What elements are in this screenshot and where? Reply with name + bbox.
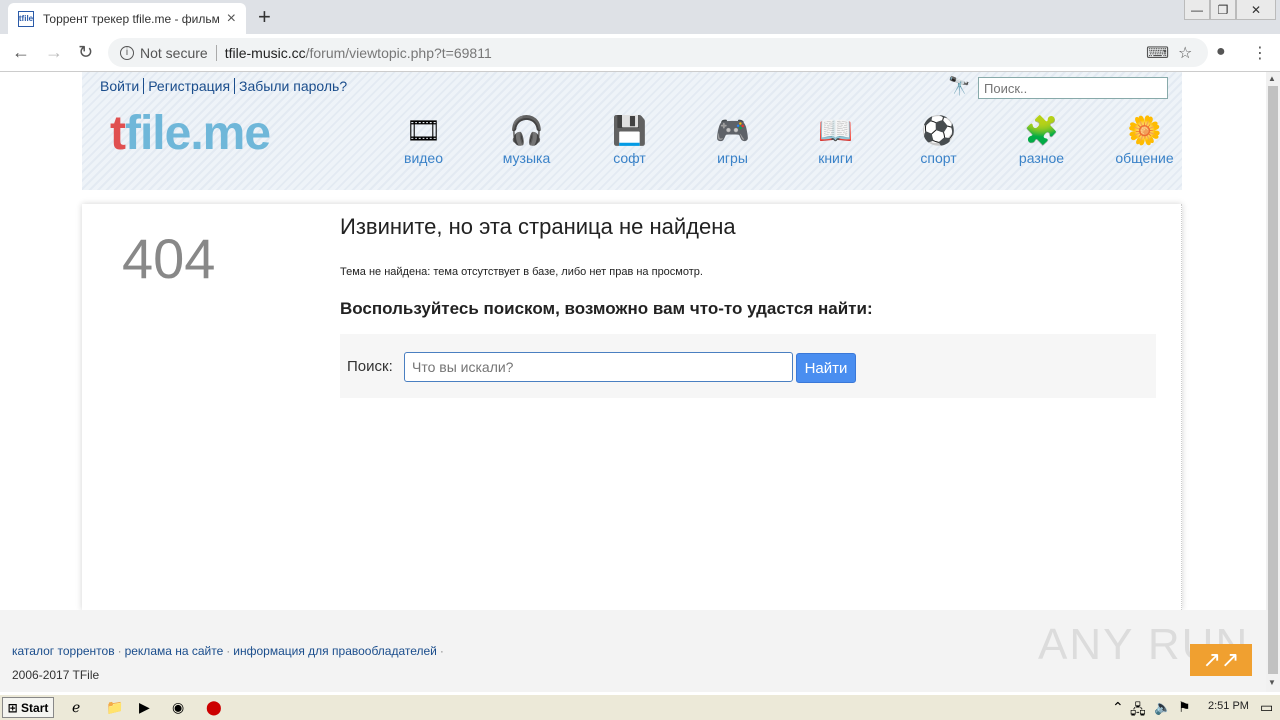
browser-toolbar: ← → ↻ i Not secure tfile-music.cc /forum… xyxy=(0,34,1280,72)
footer-links: каталог торрентов · реклама на сайте · инфор… xyxy=(12,644,447,658)
footer-separator: · xyxy=(439,644,444,658)
omnibox-divider xyxy=(215,44,217,61)
search-panel: Поиск: Найти xyxy=(340,334,1156,398)
login-link[interactable]: Войти xyxy=(100,78,143,94)
scroll-up-icon[interactable]: ▲ xyxy=(1268,74,1276,83)
not-secure-label: Not secure xyxy=(140,44,208,61)
search-hint: Воспользуйтесь поиском, возможно вам что… xyxy=(340,299,873,318)
forward-icon[interactable]: → xyxy=(45,42,63,63)
film-reel-icon: 🎞 xyxy=(405,115,442,146)
top-links: Войти Регистрация Забыли пароль? xyxy=(100,78,351,94)
search-button[interactable]: Найти xyxy=(796,353,856,383)
expand-arrows-icon: ↗↗ xyxy=(1190,644,1252,676)
restore-icon[interactable]: ❐ xyxy=(1210,0,1236,20)
headphones-icon: 🎧 xyxy=(509,115,544,146)
category-games[interactable]: 🎮 игры xyxy=(681,114,784,166)
media-player-icon[interactable]: ▶ xyxy=(139,699,150,716)
binoculars-icon: 🔭 xyxy=(948,76,971,96)
site-logo[interactable]: tfile.me xyxy=(110,106,271,161)
browser-tab[interactable]: tfile Торрент трекер tfile.me - фильмы, … xyxy=(8,3,246,34)
category-video[interactable]: 🎞 видео xyxy=(372,114,475,166)
soccer-ball-icon: ⚽ xyxy=(921,115,956,146)
stop-icon[interactable]: ⬤ xyxy=(206,699,222,716)
menu-kebab-icon[interactable]: ⋮ xyxy=(1252,43,1268,63)
new-tab-icon[interactable]: + xyxy=(258,4,271,30)
back-icon[interactable]: ← xyxy=(12,42,30,63)
category-books[interactable]: 📖 книги xyxy=(784,114,887,166)
floppy-disk-icon: 💾 xyxy=(612,115,647,146)
tab-favicon-icon: tfile xyxy=(18,10,34,27)
network-icon[interactable]: 🖧 xyxy=(1130,699,1146,720)
close-window-icon[interactable]: ✕ xyxy=(1236,0,1276,20)
profile-avatar-icon[interactable]: ● xyxy=(1216,43,1226,61)
error-description: Тема не найдена: тема отсутствует в базе… xyxy=(340,266,703,278)
folder-icon[interactable]: 📁 xyxy=(106,699,123,716)
scroll-thumb[interactable] xyxy=(1268,86,1278,674)
blocks-icon: 🧩 xyxy=(1024,115,1059,146)
minimize-icon[interactable]: — xyxy=(1184,0,1210,20)
volume-icon[interactable]: 🔈 xyxy=(1154,699,1171,716)
error-title: Извините, но эта страница не найдена xyxy=(340,214,736,239)
category-chat[interactable]: 🌼 общение xyxy=(1093,114,1196,166)
windows-logo-icon: ⊞ xyxy=(7,700,18,715)
rights-holders-link[interactable]: информация для правообладателей xyxy=(233,644,437,658)
category-sport[interactable]: ⚽ спорт xyxy=(887,114,990,166)
reload-icon[interactable]: ↻ xyxy=(78,42,93,63)
url-host: tfile-music.cc xyxy=(224,44,306,61)
flag-icon[interactable]: ⚑ xyxy=(1178,699,1191,716)
info-icon[interactable]: i xyxy=(120,45,134,60)
category-nav: 🎞 видео 🎧 музыка 💾 софт 🎮 игры 📖 книги ⚽ спорт… xyxy=(372,114,1196,166)
tray-expand-icon[interactable]: ⌃ xyxy=(1112,699,1124,716)
site-header: Войти Регистрация Забыли пароль? 🔭 tfile… xyxy=(82,72,1182,190)
footer-separator: · xyxy=(117,644,122,658)
windows-taskbar: ⊞ Start ℯ 📁 ▶ ◉ ⬤ ⌃ 🖧 🔈 ⚑ 2:51 PM ▭ xyxy=(0,694,1280,720)
error-code: 404 xyxy=(122,227,216,290)
bookmark-star-icon[interactable]: ☆ xyxy=(1178,43,1192,63)
flower-icon: 🌼 xyxy=(1127,115,1162,146)
address-bar[interactable]: i Not secure tfile-music.cc /forum/viewt… xyxy=(108,38,1208,67)
gamepad-icon: 🎮 xyxy=(715,115,750,146)
clock: 2:51 PM xyxy=(1208,700,1249,712)
search-label: Поиск: xyxy=(347,358,393,375)
url-path: /forum/viewtopic.php?t=69811 xyxy=(305,44,492,61)
error-card: 404 Извините, но эта страница не найдена… xyxy=(82,204,1182,610)
translate-icon[interactable]: ⌨ xyxy=(1146,43,1169,63)
catalog-link[interactable]: каталог торрентов xyxy=(12,644,115,658)
typewriter-icon: 📖 xyxy=(818,115,853,146)
copyright: 2006-2017 TFile xyxy=(12,668,100,682)
tab-close-icon[interactable]: × xyxy=(227,10,236,28)
search-input[interactable] xyxy=(404,352,793,382)
start-button[interactable]: ⊞ Start xyxy=(2,697,54,718)
internet-explorer-icon[interactable]: ℯ xyxy=(72,699,80,716)
page-scrollbar[interactable]: ▲ ▼ xyxy=(1266,72,1280,692)
scroll-down-icon[interactable]: ▼ xyxy=(1268,678,1276,687)
advertising-link[interactable]: реклама на сайте xyxy=(125,644,224,658)
forgot-password-link[interactable]: Забыли пароль? xyxy=(234,78,351,94)
category-music[interactable]: 🎧 музыка xyxy=(475,114,578,166)
register-link[interactable]: Регистрация xyxy=(143,78,234,94)
chrome-icon[interactable]: ◉ xyxy=(172,699,184,716)
header-search-input[interactable] xyxy=(978,77,1168,99)
show-desktop-icon[interactable]: ▭ xyxy=(1260,699,1273,716)
category-soft[interactable]: 💾 софт xyxy=(578,114,681,166)
category-misc[interactable]: 🧩 разное xyxy=(990,114,1093,166)
footer-separator: · xyxy=(226,644,231,658)
site-container: Войти Регистрация Забыли пароль? 🔭 tfile… xyxy=(82,72,1182,610)
site-footer: каталог торрентов · реклама на сайте · инфор… xyxy=(0,610,1266,692)
browser-tabstrip: tfile Торрент трекер tfile.me - фильмы, … xyxy=(0,0,1280,34)
tab-title: Торрент трекер tfile.me - фильмы, xyxy=(43,11,219,26)
